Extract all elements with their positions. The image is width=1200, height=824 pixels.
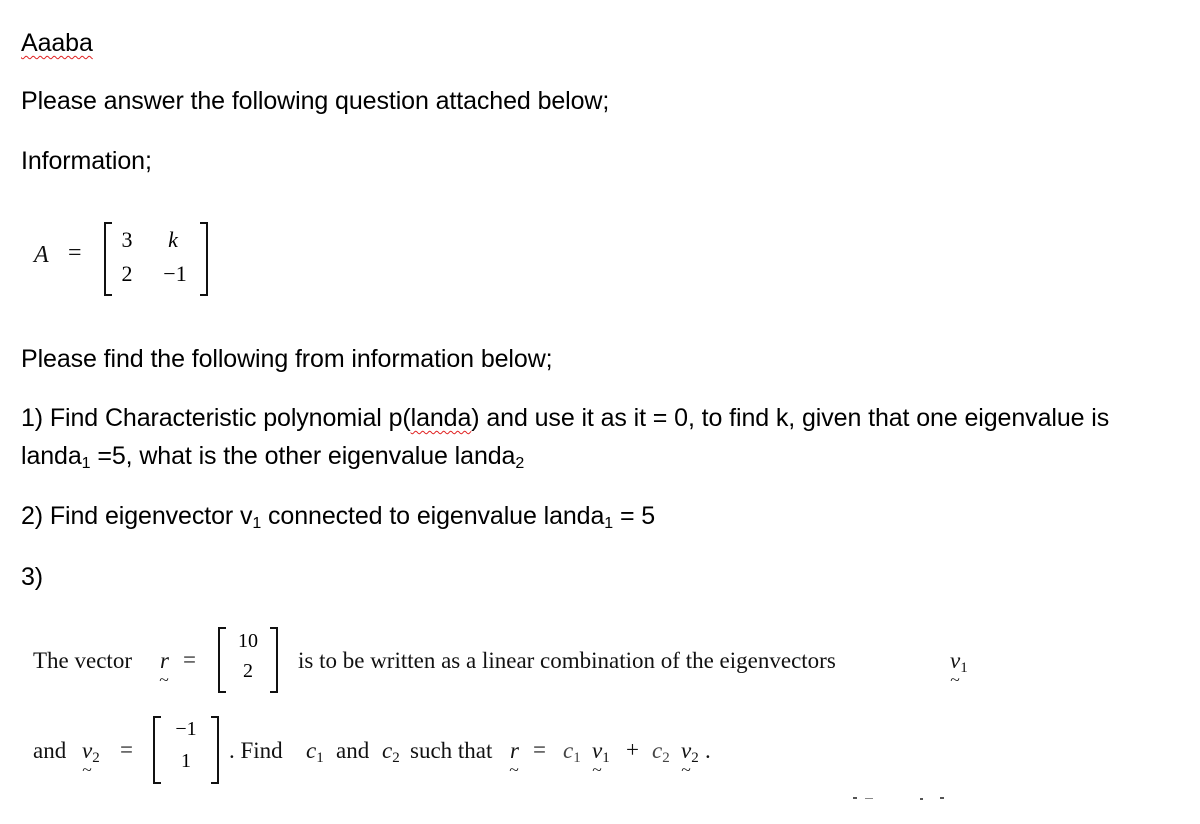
cropped-artifact xyxy=(865,798,873,799)
equals-sign: = xyxy=(120,737,133,762)
and-text: and xyxy=(33,738,67,763)
equals-sign: = xyxy=(533,737,546,762)
v1-symbol: v1 xyxy=(950,648,968,677)
such-that-text: such that xyxy=(410,738,493,763)
and-text: and xyxy=(336,738,370,763)
r-symbol: r xyxy=(510,738,519,764)
vector-r-entry: 2 xyxy=(243,660,253,682)
find-label: Please find the following from informati… xyxy=(21,345,553,373)
vector-v2-right-bracket xyxy=(211,716,219,784)
vector-r-entry: 10 xyxy=(238,630,258,652)
c1-symbol: c1 xyxy=(563,738,581,766)
vector-v2-left-bracket xyxy=(153,716,161,784)
matrix-a-name: A xyxy=(34,242,49,268)
matrix-a-left-bracket xyxy=(104,222,112,296)
intro-text: Please answer the following question att… xyxy=(21,87,610,115)
cropped-artifact xyxy=(940,797,944,799)
question-1-line-1: 1) Find Characteristic polynomial p(land… xyxy=(21,404,1110,432)
c1-symbol: c1 xyxy=(306,738,324,766)
cropped-artifact xyxy=(920,798,923,800)
find-text: . Find xyxy=(229,738,283,763)
v2-symbol: v2 xyxy=(82,738,100,767)
v1-symbol: v1 xyxy=(592,738,610,767)
misspelled-word: landa xyxy=(410,404,472,432)
period: . xyxy=(705,738,711,763)
document-title: Aaaba xyxy=(21,28,93,58)
matrix-a-right-bracket xyxy=(200,222,208,296)
information-label: Information; xyxy=(21,147,152,175)
vector-v2-entry: 1 xyxy=(181,750,191,772)
r-symbol: r xyxy=(160,648,169,674)
vector-r-right-bracket xyxy=(270,627,278,693)
equals-sign: = xyxy=(183,647,196,672)
vector-r-left-bracket xyxy=(218,627,226,693)
c2-symbol: c2 xyxy=(652,738,670,766)
matrix-a-cell: k xyxy=(168,227,178,252)
cropped-artifact xyxy=(853,797,857,799)
v2-symbol: v2 xyxy=(681,738,699,767)
matrix-a-equals: = xyxy=(68,240,82,266)
question-3-label: 3) xyxy=(21,563,44,591)
c2-symbol: c2 xyxy=(382,738,400,766)
vector-text-b: is to be written as a linear combination… xyxy=(298,648,836,673)
matrix-a-cell: −1 xyxy=(163,261,187,286)
vector-v2-entry: −1 xyxy=(175,718,197,740)
question-2: 2) Find eigenvector v1 connected to eige… xyxy=(21,502,656,532)
vector-text-a: The vector xyxy=(33,648,132,673)
question-1-line-2: landa1 =5, what is the other eigenvalue … xyxy=(21,442,525,472)
matrix-a-cell: 2 xyxy=(121,261,133,286)
plus-sign: + xyxy=(626,737,639,762)
title-text: Aaaba xyxy=(21,29,93,57)
matrix-a-cell: 3 xyxy=(121,227,133,252)
